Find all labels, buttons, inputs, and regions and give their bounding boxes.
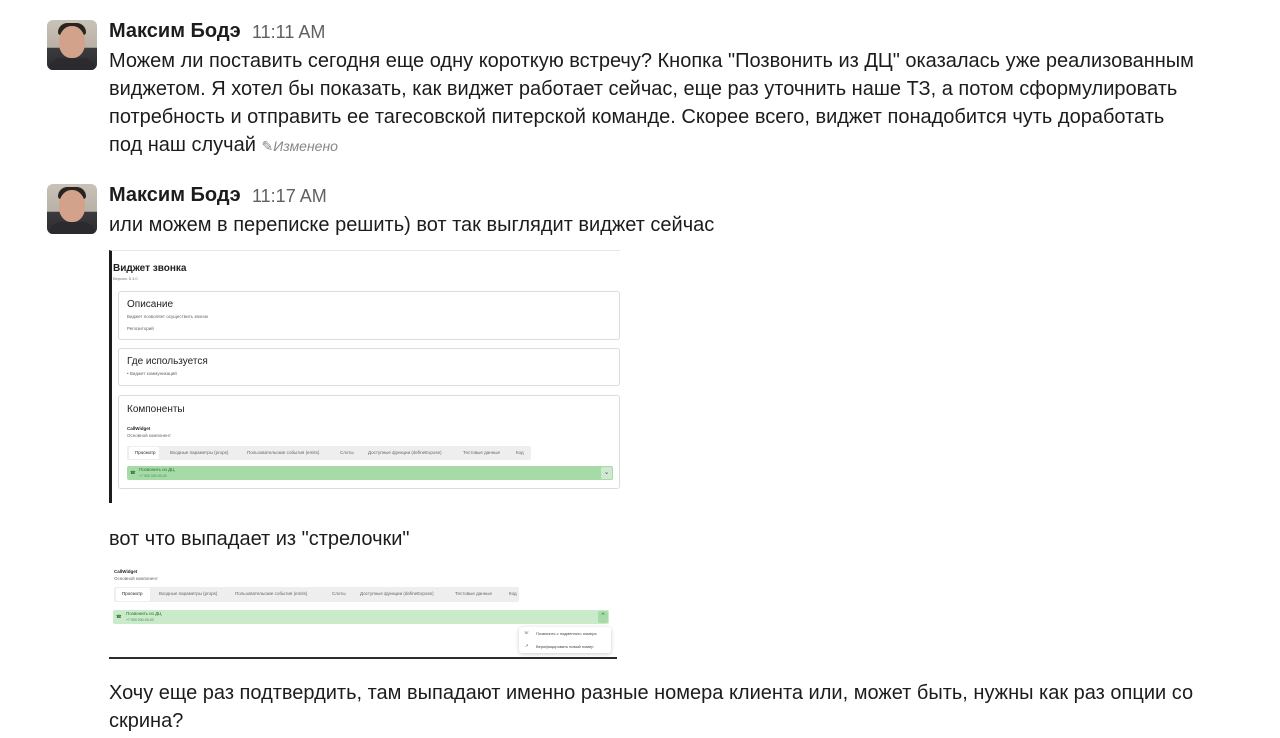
tab-emits[interactable]: Пользовательские события (emits) xyxy=(247,450,319,455)
repository-link[interactable]: Репозиторий xyxy=(127,326,154,331)
message-text-line: под наш случай xyxy=(109,134,256,156)
author-name[interactable]: Максим Бодэ xyxy=(109,184,241,207)
chevron-up-icon[interactable]: ⌃ xyxy=(598,611,608,623)
component-sub: Основной компонент xyxy=(114,576,158,581)
component-name: CallWidget xyxy=(127,426,151,431)
call-bar-phone: +7 900 000-00-00 xyxy=(139,474,167,478)
description-text: Виджет позволяет осуществить звонок xyxy=(127,314,209,319)
attached-screenshot-2[interactable]: CallWidget Основной компонент Просмотр В… xyxy=(109,563,617,659)
components-card: Компоненты CallWidget Основной компонент… xyxy=(118,395,620,489)
component-sub: Основной компонент xyxy=(127,433,171,438)
component-tabs: Просмотр Входные параметры (props) Польз… xyxy=(114,587,519,602)
followup-text-line: Хочу еще раз подтвердить, там выпадают и… xyxy=(109,682,1194,704)
pencil-icon: ✎ xyxy=(261,138,274,154)
usage-heading: Где используется xyxy=(127,356,208,367)
component-tabs: Просмотр Входные параметры (props) Польз… xyxy=(127,446,531,460)
author-name[interactable]: Максим Бодэ xyxy=(109,20,241,43)
tab-expose[interactable]: Доступные функции (defineExpose) xyxy=(360,591,434,596)
avatar[interactable] xyxy=(47,20,97,70)
message-text: или можем в переписке решить) вот так вы… xyxy=(109,214,715,236)
tab-test-data[interactable]: Тестовые данные xyxy=(455,591,492,596)
avatar-face xyxy=(59,190,85,222)
edited-label: Изменено xyxy=(273,138,338,154)
menu-item-verify-number[interactable]: Верифицировать новый номер xyxy=(536,644,594,649)
menu-item-substitute-number[interactable]: Позвонить с подменного номера xyxy=(536,631,597,636)
verify-icon: ↗ xyxy=(525,643,529,648)
widget-title: Виджет звонка xyxy=(113,263,187,274)
components-heading: Компоненты xyxy=(127,404,185,415)
call-options-menu: ☏ Позвонить с подменного номера ↗ Верифи… xyxy=(519,627,611,653)
tab-preview[interactable]: Просмотр xyxy=(135,450,156,455)
phone-icon: ☎ xyxy=(130,470,136,475)
followup-text-line: скрина? xyxy=(109,710,184,732)
avatar-shirt xyxy=(49,58,95,70)
widget-version: Версия: 5.3.0 xyxy=(113,276,138,281)
avatar-face xyxy=(59,26,85,58)
tab-preview[interactable]: Просмотр xyxy=(122,591,143,596)
description-card: Описание Виджет позволяет осуществить зв… xyxy=(118,291,620,340)
message-text-last-line: под наш случай ✎Изменено xyxy=(109,131,338,160)
tab-slots[interactable]: Слоты xyxy=(340,450,354,455)
tab-slots[interactable]: Слоты xyxy=(332,591,346,596)
tab-code[interactable]: Код xyxy=(516,450,524,455)
tab-props[interactable]: Входные параметры (props) xyxy=(159,591,217,596)
message-text-line: Можем ли поставить сегодня еще одну коро… xyxy=(109,50,1194,72)
usage-card: Где используется • Виджет коммуникаций xyxy=(118,348,620,386)
component-name: CallWidget xyxy=(114,569,138,574)
call-bar[interactable]: ☎ Позвонить из ДЦ +7 900 000-00-00 ⌄ xyxy=(127,466,613,480)
usage-item: • Виджет коммуникаций xyxy=(127,371,177,376)
phone-icon: ☎ xyxy=(116,614,122,619)
tab-code[interactable]: Код xyxy=(509,591,517,596)
message-text-line: виджетом. Я хотел бы показать, как видже… xyxy=(109,78,1178,100)
message-text-line: потребность и отправить ее тагесовской п… xyxy=(109,106,1165,128)
message-time[interactable]: 11:11 AM xyxy=(252,22,325,43)
avatar[interactable] xyxy=(47,184,97,234)
call-bar-phone: +7 900 000-00-00 xyxy=(126,618,154,622)
tab-emits[interactable]: Пользовательские события (emits) xyxy=(235,591,307,596)
call-bar-title: Позвонить из ДЦ xyxy=(139,467,175,472)
phone-swap-icon: ☏ xyxy=(524,630,530,635)
tab-props[interactable]: Входные параметры (props) xyxy=(170,450,228,455)
avatar-shirt xyxy=(49,222,95,234)
message-time[interactable]: 11:17 AM xyxy=(252,186,327,207)
tab-test-data[interactable]: Тестовые данные xyxy=(463,450,500,455)
description-heading: Описание xyxy=(127,299,174,310)
call-bar[interactable]: ☎ Позвонить из ДЦ +7 900 000-00-00 ⌃ xyxy=(113,610,609,624)
chevron-down-icon[interactable]: ⌄ xyxy=(601,467,612,479)
caption-dropdown: вот что выпадает из "стрелочки" xyxy=(109,528,410,550)
call-bar-title: Позвонить из ДЦ xyxy=(126,611,162,616)
tab-expose[interactable]: Доступные функции (defineExpose) xyxy=(368,450,442,455)
attached-screenshot-1[interactable]: Виджет звонка Версия: 5.3.0 Описание Вид… xyxy=(109,250,620,503)
